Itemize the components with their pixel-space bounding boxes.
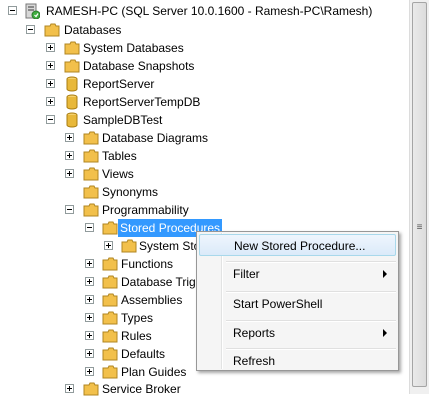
server-icon [25,3,40,19]
collapse-toggle[interactable] [26,25,35,34]
tree-label: Database Trigg [121,275,203,289]
tree-label: System Databases [83,41,184,55]
expand-toggle[interactable] [65,169,74,178]
expand-toggle[interactable] [46,79,55,88]
expand-toggle[interactable] [65,384,74,393]
grip-icon: ≡ [416,222,423,233]
menu-item-label: New Stored Procedure... [234,239,366,253]
folder-icon [102,275,118,289]
menu-item-start-powershell[interactable]: Start PowerShell [199,293,396,315]
folder-icon [83,167,99,181]
menu-item-label: Filter [233,267,260,281]
tree-label: Defaults [121,347,166,361]
expand-toggle[interactable] [85,295,94,304]
server-label: RAMESH-PC (SQL Server 10.0.1600 - Ramesh… [46,4,373,18]
context-menu: New Stored Procedure... Filter Start Pow… [196,231,399,371]
submenu-arrow-icon [383,270,387,278]
menu-item-reports[interactable]: Reports [199,322,396,344]
folder-icon [102,293,118,307]
expand-toggle[interactable] [85,259,94,268]
collapse-toggle[interactable] [46,115,55,124]
expand-toggle[interactable] [46,97,55,106]
folder-icon [44,23,60,37]
folder-icon [83,149,99,163]
expand-toggle[interactable] [65,151,74,160]
menu-item-new-stored-procedure[interactable]: New Stored Procedure... [199,234,396,256]
expand-toggle[interactable] [85,313,94,322]
submenu-arrow-icon [383,329,387,337]
tree-label: Rules [121,329,152,343]
menu-item-refresh[interactable]: Refresh [199,350,396,372]
expand-toggle[interactable] [46,61,55,70]
folder-icon [83,131,99,145]
tree-label: Tables [102,149,137,163]
tree-label: Programmability [102,203,189,217]
expand-toggle[interactable] [85,331,94,340]
expand-toggle[interactable] [65,133,74,142]
tree-label: Synonyms [102,185,159,199]
menu-item-label: Reports [233,326,276,340]
folder-icon [102,257,118,271]
tree-label: System Sto [139,239,201,253]
tree-label: ReportServer [83,77,155,91]
folder-icon [83,185,99,199]
tree-label: Views [102,167,134,181]
folder-icon [83,382,99,396]
tree-label: SampleDBTest [83,113,163,127]
expand-toggle[interactable] [85,349,94,358]
database-icon [66,76,78,92]
expand-toggle[interactable] [85,277,94,286]
tree-label: Functions [121,257,174,271]
database-icon [66,94,78,110]
tree-label: Database Snapshots [83,59,195,73]
folder-icon [102,311,118,325]
tree-label: Types [121,311,154,325]
tree-label: Service Broker [102,382,181,396]
expand-toggle[interactable] [46,43,55,52]
expand-toggle[interactable] [104,241,113,250]
folder-icon [102,347,118,361]
tree-label: Database Diagrams [102,131,209,145]
menu-item-filter[interactable]: Filter [199,263,396,285]
vertical-scrollbar[interactable]: ≡ [409,0,429,394]
collapse-toggle[interactable] [85,223,94,232]
folder-icon [102,365,118,379]
folder-icon [64,59,80,73]
collapse-toggle[interactable] [8,6,17,15]
expand-toggle[interactable] [85,367,94,376]
menu-item-label: Refresh [233,354,276,368]
menu-item-label: Start PowerShell [233,297,323,311]
folder-icon [121,239,137,253]
folder-icon [102,329,118,343]
tree-label: ReportServerTempDB [83,95,201,109]
tree-label: Assemblies [121,293,183,307]
database-icon [66,112,78,128]
folder-icon [102,221,118,235]
collapse-toggle[interactable] [65,205,74,214]
folder-icon [64,41,80,55]
folder-icon [83,203,99,217]
tree-label: Plan Guides [121,365,187,379]
tree-label: Databases [64,23,122,37]
scrollbar-thumb[interactable]: ≡ [412,2,427,387]
